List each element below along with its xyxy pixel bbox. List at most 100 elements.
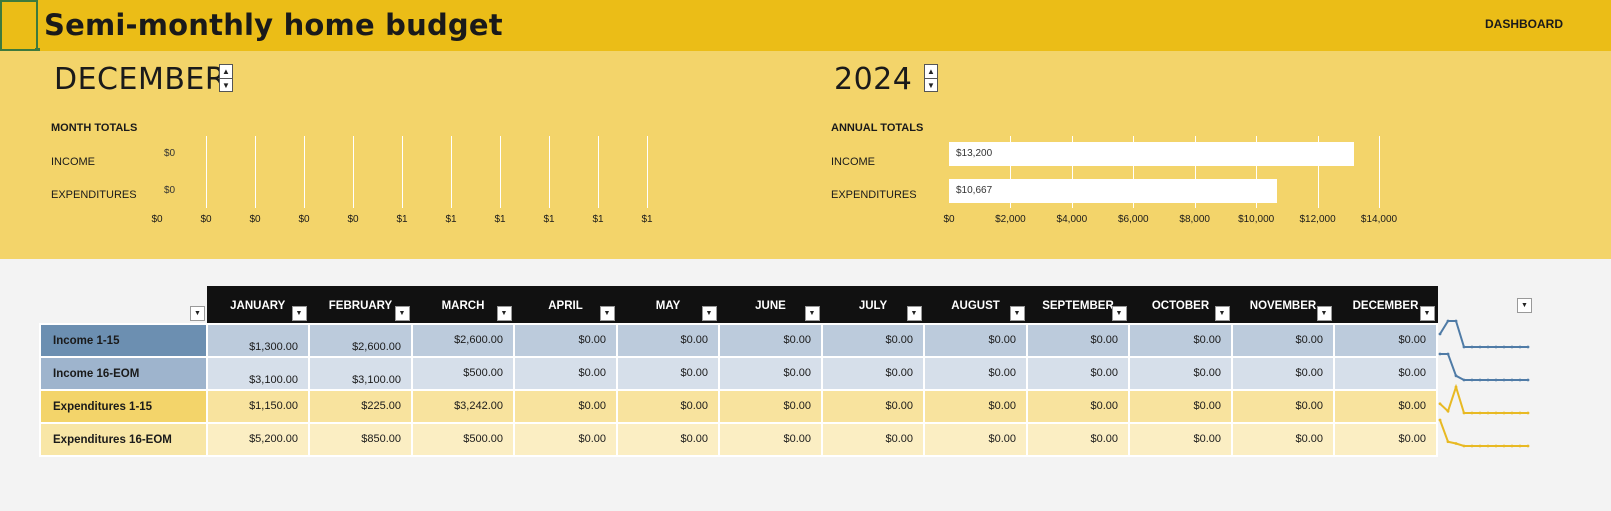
sparkline-point: [1526, 378, 1530, 382]
table-cell[interactable]: $0.00: [616, 323, 720, 358]
sparkline-point: [1518, 411, 1522, 415]
cell-value: $0.00: [1295, 400, 1323, 412]
column-header-may: MAY ▼: [617, 286, 720, 324]
table-cell[interactable]: $0.00: [1231, 323, 1335, 358]
spinner-up-icon[interactable]: ▲: [925, 65, 937, 78]
table-cell[interactable]: $0.00: [1128, 323, 1233, 358]
column-filter-dropdown-icon[interactable]: ▼: [1009, 306, 1025, 321]
cell-value: $3,242.00: [454, 400, 503, 412]
spinner-down-icon[interactable]: ▼: [220, 78, 232, 92]
table-cell[interactable]: $0.00: [1333, 356, 1438, 391]
cell-value: $0.00: [1090, 334, 1118, 346]
table-cell[interactable]: $2,600.00: [411, 323, 515, 358]
month-spinner[interactable]: ▲ ▼: [219, 64, 233, 92]
column-filter-dropdown-icon[interactable]: ▼: [599, 306, 615, 321]
table-cell[interactable]: $0.00: [513, 422, 618, 457]
spinner-down-icon[interactable]: ▼: [925, 78, 937, 92]
column-header-december: DECEMBER ▼: [1334, 286, 1438, 324]
column-filter-dropdown-icon[interactable]: ▼: [906, 306, 922, 321]
cell-value: $2,600.00: [352, 341, 401, 353]
table-cell[interactable]: $0.00: [1333, 323, 1438, 358]
dashboard-link[interactable]: DASHBOARD: [1485, 17, 1563, 31]
table-cell[interactable]: $3,100.00: [308, 356, 413, 391]
row-filter-dropdown-icon[interactable]: ▼: [190, 306, 205, 321]
table-cell[interactable]: $1,150.00: [206, 389, 310, 424]
gridline: [1379, 136, 1380, 208]
selected-cell[interactable]: [0, 0, 40, 53]
table-cell[interactable]: $0.00: [616, 356, 720, 391]
table-cell[interactable]: $0.00: [923, 323, 1028, 358]
sparkline-point: [1438, 352, 1442, 356]
table-cell[interactable]: $0.00: [513, 323, 618, 358]
axis-tick-label: $1: [543, 214, 555, 225]
table-cell[interactable]: $0.00: [821, 422, 925, 457]
cell-value: $0.00: [1398, 400, 1426, 412]
table-cell[interactable]: $225.00: [308, 389, 413, 424]
table-cell[interactable]: $0.00: [616, 389, 720, 424]
table-cell[interactable]: $3,100.00: [206, 356, 310, 391]
year-spinner[interactable]: ▲ ▼: [924, 64, 938, 92]
table-cell[interactable]: $0.00: [923, 389, 1028, 424]
sparkline: [1438, 352, 1530, 382]
column-filter-dropdown-icon[interactable]: ▼: [291, 306, 307, 321]
cell-value: $0.00: [1193, 334, 1221, 346]
table-cell[interactable]: $0.00: [513, 356, 618, 391]
sparkline-point: [1446, 409, 1450, 413]
sparkline-point: [1510, 378, 1514, 382]
table-cell[interactable]: $0.00: [718, 323, 823, 358]
column-filter-dropdown-icon[interactable]: ▼: [701, 306, 717, 321]
column-filter-dropdown-icon[interactable]: ▼: [804, 306, 820, 321]
table-cell[interactable]: $0.00: [1231, 389, 1335, 424]
table-cell[interactable]: $0.00: [1231, 356, 1335, 391]
cell-value: $0.00: [578, 334, 606, 346]
table-cell[interactable]: $0.00: [1333, 422, 1438, 457]
table-cell[interactable]: $0.00: [513, 389, 618, 424]
table-cell[interactable]: $0.00: [1026, 323, 1130, 358]
column-header-january: JANUARY ▼: [207, 286, 310, 324]
sparkline-point: [1486, 444, 1490, 448]
table-cell[interactable]: $0.00: [1333, 389, 1438, 424]
table-cell[interactable]: $0.00: [1128, 356, 1233, 391]
cell-value: $0.00: [1398, 433, 1426, 445]
table-cell[interactable]: $0.00: [1231, 422, 1335, 457]
table-cell[interactable]: $0.00: [616, 422, 720, 457]
table-cell[interactable]: $0.00: [923, 422, 1028, 457]
column-filter-dropdown-icon[interactable]: ▼: [394, 306, 410, 321]
table-cell[interactable]: $0.00: [1128, 422, 1233, 457]
cell-value: $0.00: [988, 433, 1016, 445]
cell-value: $0.00: [783, 334, 811, 346]
column-filter-dropdown-icon[interactable]: ▼: [1419, 306, 1435, 321]
sparkline-filter-dropdown-icon[interactable]: ▼: [1517, 298, 1532, 313]
table-cell[interactable]: $0.00: [718, 356, 823, 391]
cell-value: $0.00: [885, 400, 913, 412]
cell-value: $0.00: [680, 334, 708, 346]
column-filter-dropdown-icon[interactable]: ▼: [496, 306, 512, 321]
table-cell[interactable]: $2,600.00: [308, 323, 413, 358]
column-filter-dropdown-icon[interactable]: ▼: [1111, 306, 1127, 321]
gridline: [500, 136, 501, 208]
table-cell[interactable]: $0.00: [821, 389, 925, 424]
month-totals-title: MONTH TOTALS: [51, 122, 138, 134]
cell-value: $0.00: [885, 433, 913, 445]
table-cell[interactable]: $1,300.00: [206, 323, 310, 358]
table-cell[interactable]: $0.00: [1026, 389, 1130, 424]
table-cell[interactable]: $0.00: [1128, 389, 1233, 424]
table-cell[interactable]: $0.00: [1026, 422, 1130, 457]
table-cell[interactable]: $850.00: [308, 422, 413, 457]
table-cell[interactable]: $500.00: [411, 356, 515, 391]
column-filter-dropdown-icon[interactable]: ▼: [1214, 306, 1230, 321]
table-cell[interactable]: $5,200.00: [206, 422, 310, 457]
table-cell[interactable]: $0.00: [923, 356, 1028, 391]
table-cell[interactable]: $3,242.00: [411, 389, 515, 424]
table-cell[interactable]: $0.00: [821, 356, 925, 391]
sparkline-point: [1438, 402, 1442, 406]
column-header-july: JULY ▼: [822, 286, 925, 324]
spinner-up-icon[interactable]: ▲: [220, 65, 232, 78]
table-cell[interactable]: $500.00: [411, 422, 515, 457]
cell-value: $3,100.00: [249, 374, 298, 386]
column-filter-dropdown-icon[interactable]: ▼: [1316, 306, 1332, 321]
table-cell[interactable]: $0.00: [718, 422, 823, 457]
table-cell[interactable]: $0.00: [1026, 356, 1130, 391]
table-cell[interactable]: $0.00: [718, 389, 823, 424]
table-cell[interactable]: $0.00: [821, 323, 925, 358]
